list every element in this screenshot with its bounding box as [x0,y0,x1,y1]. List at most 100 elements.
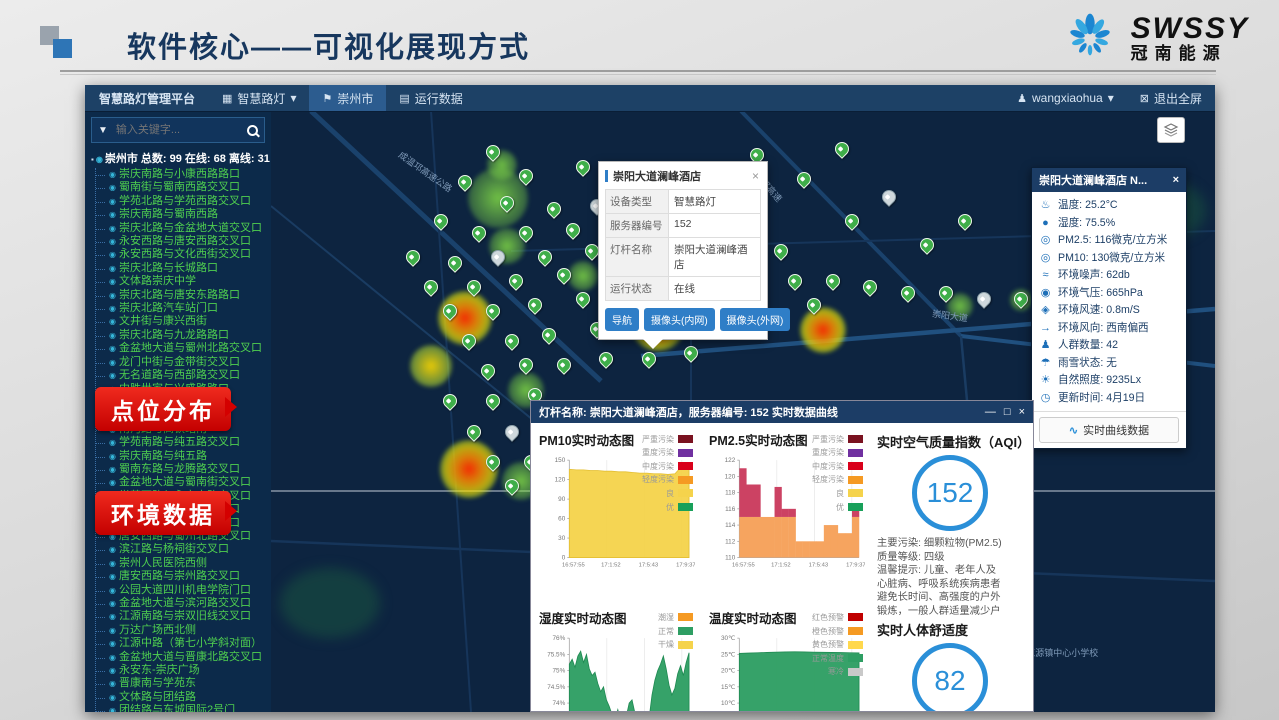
heatmap-blob [568,261,598,291]
keyword-input[interactable] [114,123,241,137]
sidebar-item[interactable]: ◉江源中路（第七小学斜对面） [96,637,271,650]
filter-icon[interactable]: ▼ [98,125,108,136]
sidebar-item[interactable]: ◉文体路与团结路 [96,691,271,704]
sidebar-item[interactable]: ◉崇庆南路与蜀南西路 [96,208,271,221]
sidebar-item[interactable]: ◉金盆地大道与滨河路交叉口 [96,597,271,610]
legend-swatch [678,641,693,649]
streetlight-icon: ◉ [109,331,116,340]
sidebar-item[interactable]: ◉公园大道四川机电学院门口 [96,584,271,597]
sidebar-item[interactable]: ◉文井街与康兴西街 [96,315,271,328]
popup-field-value: 崇阳大道澜峰酒店 [669,238,760,276]
sidebar-item[interactable]: ◉永安西路与唐安西路交叉口 [96,235,271,248]
company-logo: SWSSY 冠南能源 [1059,8,1249,68]
sidebar-item[interactable]: ◉崇庆北路汽车站门口 [96,302,271,315]
legend-label: 中度污染 [812,461,844,472]
sidebar-item[interactable]: ◉永安东-崇庆广场 [96,664,271,677]
streetlight-icon: ◉ [109,210,116,219]
streetlight-icon: ◉ [109,666,116,675]
pm10-legend: 严重污染重度污染中度污染轻度污染良优 [642,431,693,515]
search-icon[interactable] [247,125,258,136]
sidebar-item[interactable]: ◉学苑北路与学苑西路交叉口 [96,195,271,208]
exit-fullscreen-button[interactable]: ⊠ 退出全屏 [1127,85,1215,111]
legend-item: 严重污染 [812,434,863,445]
legend-item: 良 [812,488,863,499]
popup-field-label: 设备类型 [606,190,669,213]
nav-label: 运行数据 [415,90,463,107]
map-layers-button[interactable] [1157,117,1185,143]
sidebar-item[interactable]: ◉万达广场西北侧 [96,624,271,637]
camera-internet-button[interactable]: 摄像头(外网) [720,308,791,331]
sidebar-item[interactable]: ◉龙门中街与金带街交叉口 [96,356,271,369]
sidebar-item[interactable]: ◉晋康南与学苑东 [96,677,271,690]
sidebar-item[interactable]: ◉金盆地大道与晋康北路交叉口 [96,651,271,664]
sidebar-item-label: 崇庆北路与九龙路路口 [119,329,229,341]
legend-item: 轻度污染 [642,474,693,485]
sidebar-item-label: 滨江路与杨祠街交叉口 [119,543,229,555]
sidebar-item[interactable]: ◉崇庆北路与长城路口 [96,262,271,275]
legend-swatch [848,613,863,621]
nav-item-running-data[interactable]: ▤ 运行数据 [386,85,475,111]
legend-item: 优 [642,502,693,513]
sidebar-item-label: 团结路与东城国际2号门 [119,704,235,712]
user-menu[interactable]: ♟ wangxiaohua ▾ [1004,85,1127,111]
sidebar-item-label: 金盆地大道与晋康北路交叉口 [119,651,262,663]
sidebar-item[interactable]: ◉唐安西路与崇州路交叉口 [96,570,271,583]
sidebar-item[interactable]: ◉无名道路与西部路交叉口 [96,369,271,382]
restore-icon[interactable]: □ [1004,406,1011,418]
svg-text:0: 0 [562,555,566,562]
streetlight-icon: ◉ [109,626,116,635]
environment-panel: 崇阳大道澜峰酒店 N... × ♨温度: 25.2°C●湿度: 75.5%◎PM… [1031,167,1187,449]
sidebar-item[interactable]: ◉崇庆北路与九龙路路口 [96,329,271,342]
sidebar-item[interactable]: ◉蜀南街与蜀南西路交叉口 [96,181,271,194]
tree-root[interactable]: ▪◉崇州市 总数: 99 在线: 68 离线: 31 [85,147,271,168]
legend-swatch [848,435,863,443]
sidebar-item[interactable]: ◉蜀南东路与龙腾路交叉口 [96,463,271,476]
realtime-curve-button[interactable]: ∿实时曲线数据 [1039,417,1179,443]
sidebar-item[interactable]: ◉滨江路与杨祠街交叉口 [96,543,271,556]
wind-direction-icon: → [1039,320,1052,338]
sidebar-item[interactable]: ◉金盆地大道与蜀南街交叉口 [96,476,271,489]
streetlight-icon: ◉ [109,612,116,621]
streetlight-icon: ◉ [109,358,116,367]
sidebar-item[interactable]: ◉团结路与东城国际2号门 [96,704,271,712]
sidebar-item[interactable]: ◉崇庆南路与纯五路 [96,450,271,463]
sidebar-item[interactable]: ◉崇庆北路与唐安东路路口 [96,289,271,302]
collapse-icon[interactable]: ▪ [91,155,94,164]
close-icon[interactable]: × [1173,174,1179,186]
env-row: ◷更新时间: 4月19日 [1039,390,1179,408]
sidebar-item[interactable]: ◉金盆地大道与蜀州北路交叉口 [96,342,271,355]
fullscreen-exit-icon: ⊠ [1140,92,1149,105]
nav-item-streetlights[interactable]: ▦ 智慧路灯 ▾ [209,85,309,111]
minimize-icon[interactable]: — [985,406,996,418]
env-row-text: PM2.5: 116微克/立方米 [1058,232,1167,250]
sidebar-item-label: 崇庆北路汽车站门口 [119,302,218,314]
env-row-text: 湿度: 75.5% [1058,215,1115,233]
data-table-icon: ▤ [399,92,409,105]
popup-row: 灯杆名称崇阳大道澜峰酒店 [605,238,761,277]
nav-item-city[interactable]: ⚑ 崇州市 [309,85,386,111]
legend-swatch [678,462,693,470]
streetlight-icon: ◉ [109,478,116,487]
sidebar-item-label: 唐安西路与崇州路交叉口 [119,570,240,582]
env-row-text: 温度: 25.2°C [1058,197,1118,215]
sidebar-item[interactable]: ◉崇州人民医院西侧 [96,557,271,570]
logo-name: SWSSY [1131,13,1249,45]
popup-title: 崇阳大道澜峰酒店 [613,168,750,184]
navigate-button[interactable]: 导航 [605,308,639,331]
popup-accent-bar [605,170,608,182]
sidebar-item[interactable]: ◉崇庆南路与小康西路路口 [96,168,271,181]
camera-intranet-button[interactable]: 摄像头(内网) [644,308,715,331]
sidebar-item[interactable]: ◉学苑南路与纯五路交叉口 [96,436,271,449]
location-pin-icon: ⚑ [322,92,332,105]
sidebar-item[interactable]: ◉江源南路与崇双旧线交叉口 [96,610,271,623]
env-row-text: 环境风速: 0.8m/S [1058,302,1140,320]
close-icon[interactable]: × [750,169,761,183]
sidebar-item-label: 崇庆南路与蜀南西路 [119,208,218,220]
sidebar-item[interactable]: ◉崇庆北路与金盆地大道交叉口 [96,222,271,235]
streetlight-icon: ◉ [109,317,116,326]
legend-label: 重度污染 [642,447,674,458]
sidebar-item[interactable]: ◉文体路崇庆中学 [96,275,271,288]
sidebar-item[interactable]: ◉永安西路与文化西街交叉口 [96,248,271,261]
close-icon[interactable]: × [1019,406,1025,418]
sidebar-item-label: 万达广场西北侧 [119,624,196,636]
